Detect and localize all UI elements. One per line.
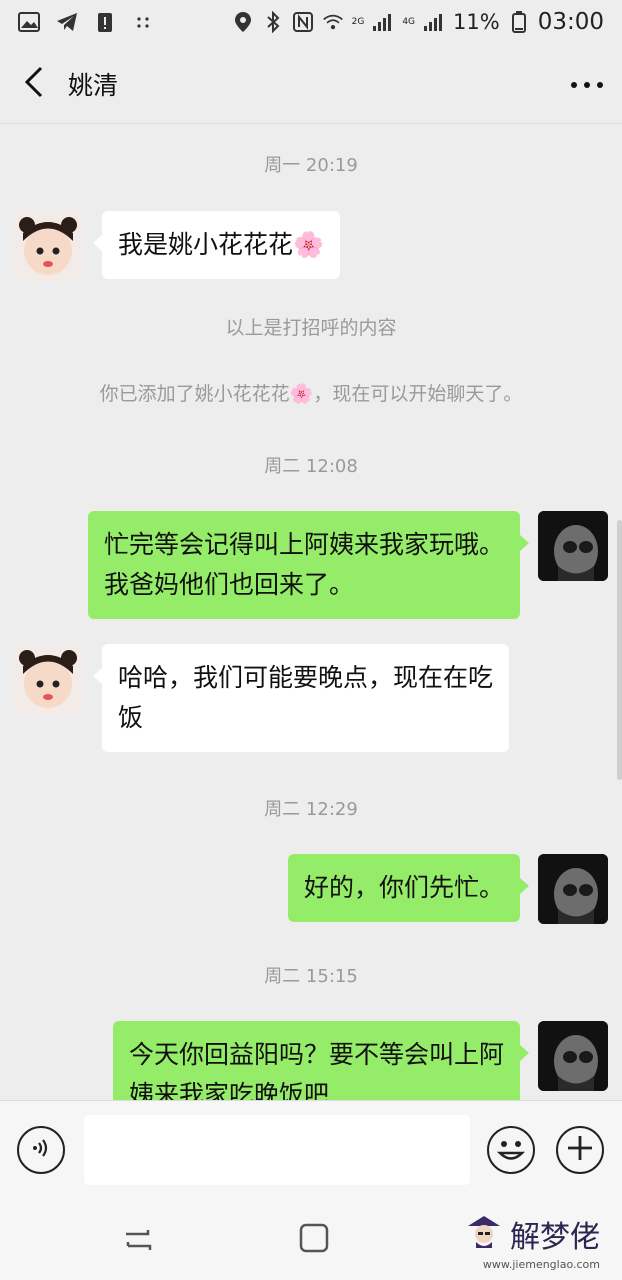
home-icon[interactable]	[296, 1220, 332, 1256]
message-bubble-incoming[interactable]: 我是姚小花花花🌸	[92, 211, 341, 279]
clock: 03:00	[537, 9, 604, 35]
chevron-left-icon	[24, 66, 44, 102]
plus-icon	[567, 1135, 593, 1165]
my-avatar[interactable]	[538, 1021, 608, 1091]
battery-icon	[508, 11, 530, 33]
more-notifications-icon	[132, 11, 154, 33]
avatar-man-image	[538, 1021, 608, 1091]
message-text-line: 我爸妈他们也回来了。	[103, 570, 354, 599]
message-text-line: 哈哈，我们可能要晚点，现在在吃	[118, 663, 494, 692]
my-avatar[interactable]	[538, 854, 608, 924]
message-text-line: 今天你回益阳吗？要不等会叫上阿	[128, 1040, 504, 1069]
recent-apps-icon[interactable]	[120, 1222, 156, 1258]
emoji-icon	[489, 1141, 533, 1176]
avatar-child-image	[13, 211, 83, 281]
signal-icon-2	[423, 11, 445, 33]
network-2g-label: 2G	[351, 17, 365, 27]
fortune-teller-logo-icon	[464, 1214, 504, 1254]
bluetooth-icon	[262, 11, 284, 33]
voice-button[interactable]	[17, 1126, 65, 1174]
message-text-line: 忙完等会记得叫上阿姨来我家玩哦。	[103, 530, 504, 559]
message-bubble-incoming[interactable]: 哈哈，我们可能要晚点，现在在吃 饭	[92, 644, 510, 752]
watermark-brand: 解梦佬	[510, 1220, 600, 1255]
avatar-man-image	[538, 511, 608, 581]
timestamp: 周二 12:08	[264, 456, 358, 477]
message-bubble-outgoing[interactable]: 忙完等会记得叫上阿姨来我家玩哦。 我爸妈他们也回来了。	[87, 511, 530, 619]
emoji-button[interactable]	[487, 1126, 535, 1174]
battery-percent: 11%	[453, 10, 500, 34]
network-4g-label: 4G	[402, 17, 416, 27]
plus-button[interactable]	[556, 1126, 604, 1174]
chat-header: 姚清	[0, 44, 622, 124]
voice-icon	[29, 1136, 53, 1164]
system-message: 以上是打招呼的内容	[225, 317, 397, 339]
signal-icon	[372, 11, 394, 33]
input-bar	[0, 1100, 622, 1198]
gallery-icon	[18, 11, 40, 33]
wifi-icon	[322, 11, 344, 33]
message-text: 我是姚小花花花🌸	[118, 230, 325, 259]
telegram-icon	[56, 11, 78, 33]
system-navigation-bar: 解梦佬 www.jiemenglao.com	[0, 1198, 622, 1280]
nfc-icon	[292, 11, 314, 33]
watermark-url: www.jiemenglao.com	[482, 1258, 600, 1271]
message-bubble-outgoing[interactable]: 今天你回益阳吗？要不等会叫上阿 姨来我家吃晚饭吧	[112, 1021, 530, 1100]
avatar-child-image	[13, 644, 83, 714]
message-list[interactable]: 周一 20:19 我是姚小花花花🌸 以上是打招呼的内容 你已添加了姚小花花花🌸，…	[0, 125, 622, 1100]
timestamp: 周二 15:15	[264, 966, 358, 987]
message-input[interactable]	[84, 1115, 470, 1185]
location-icon	[232, 11, 254, 33]
system-message: 你已添加了姚小花花花🌸，现在可以开始聊天了。	[99, 383, 523, 405]
back-button[interactable]	[4, 44, 64, 124]
avatar-man-image	[538, 854, 608, 924]
contact-avatar[interactable]	[13, 211, 83, 281]
contact-avatar[interactable]	[13, 644, 83, 714]
timestamp: 周一 20:19	[264, 155, 358, 176]
scrollbar[interactable]	[617, 520, 622, 780]
timestamp: 周二 12:29	[264, 799, 358, 820]
message-text: 好的，你们先忙。	[303, 873, 504, 902]
chat-title: 姚清	[68, 70, 119, 100]
my-avatar[interactable]	[538, 511, 608, 581]
more-button[interactable]	[552, 44, 622, 124]
status-bar: 2G 4G 11% 03:00	[0, 0, 622, 44]
message-text-line: 饭	[118, 703, 144, 732]
watermark: 解梦佬 www.jiemenglao.com	[464, 1212, 600, 1271]
alert-icon	[94, 11, 116, 33]
message-text-line: 姨来我家吃晚饭吧	[128, 1080, 329, 1100]
message-bubble-outgoing[interactable]: 好的，你们先忙。	[287, 854, 530, 922]
more-dots-icon	[570, 74, 604, 93]
